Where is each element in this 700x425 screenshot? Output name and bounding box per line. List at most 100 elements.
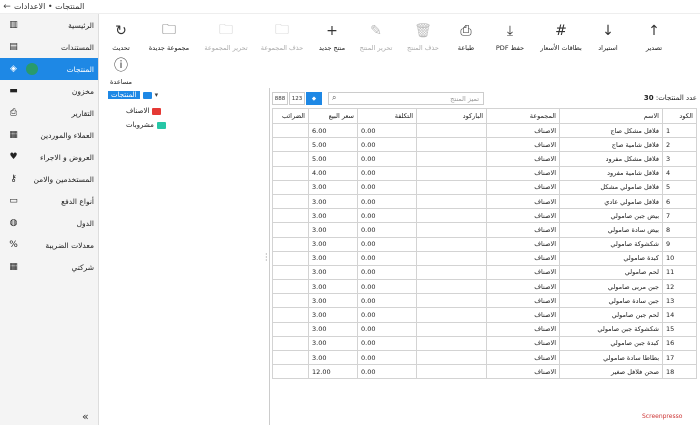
sidebar-item-countries[interactable]: الدول ◍ [0, 212, 98, 234]
sidebar-item-tax-rates[interactable]: معدلات الضريبة % [0, 234, 98, 256]
table-row[interactable]: 17 بطاطا سادة صامولي الاصناف 0.00 3.00 [272, 349, 697, 366]
table-cell: الاصناف [486, 335, 560, 352]
table-row[interactable]: 16 كبدة جبن صامولي الاصناف 0.00 3.00 [272, 335, 697, 352]
sidebar-item-products[interactable]: المنتجات ◈ [0, 58, 98, 80]
panel-splitter[interactable]: · · · [265, 88, 268, 425]
folder-icon [156, 121, 166, 129]
table-cell: 3.00 [308, 179, 358, 195]
table-cell: فلافل صامولي مشكل [559, 179, 663, 195]
table-row[interactable]: 12 جبن مربى صامولي الاصناف 0.00 3.00 [272, 279, 697, 295]
table-cell [272, 293, 309, 309]
new-group-button[interactable]: 🗀 مجموعة جديدة [143, 22, 195, 52]
sidebar-item-my-company[interactable]: شركتي ▦ [0, 256, 98, 278]
collapse-sidebar-icon[interactable]: « [82, 410, 89, 423]
table-cell [416, 179, 487, 195]
table-cell: 0.00 [357, 236, 417, 252]
column-header-barcode[interactable]: الباركود [416, 108, 487, 124]
table-row[interactable]: 13 جبن سادة صامولي الاصناف 0.00 3.00 [272, 293, 697, 309]
table-cell [416, 321, 487, 337]
sidebar-item-promotions[interactable]: العروض و الاجراء ♥ [0, 146, 98, 168]
table-row[interactable]: 2 فلافل شامية صاج الاصناف 0.00 5.00 [272, 137, 697, 153]
price-tags-button[interactable]: # بطاقات الأسعار [535, 22, 587, 52]
sidebar-item-label: الدول [76, 218, 94, 228]
column-header-group[interactable]: المجموعة [486, 108, 560, 124]
collapse-icon[interactable]: ▾ [155, 91, 159, 99]
arrow-left-icon[interactable]: ← [0, 2, 14, 12]
sidebar-item-home[interactable]: الرئيسية ▥ [0, 14, 98, 36]
column-header-taxes[interactable]: الضرائب [272, 108, 309, 124]
sidebar-item-inventory[interactable]: مخزون ▬ [0, 80, 98, 102]
sidebar-item-users-security[interactable]: المستخدمين والامن ⚷ [0, 168, 98, 190]
tree-item-categories[interactable]: الاصناف [126, 107, 162, 115]
table-row[interactable]: 3 فلافل مشكل مفرود الاصناف 0.00 5.00 [272, 151, 697, 167]
table-header-row: الكود الاسم المجموعة الباركود التكلفة سع… [272, 108, 697, 124]
refresh-button[interactable]: ↻ تحديث [95, 22, 147, 52]
table-cell: الاصناف [486, 151, 560, 167]
table-cell [272, 208, 309, 224]
sidebar-item-reports[interactable]: التقارير ⎙ [0, 102, 98, 124]
edit-product-button[interactable]: ✎ تحرير المنتج [350, 22, 402, 52]
column-header-price[interactable]: سعر البيع [308, 108, 358, 124]
table-row[interactable]: 7 بيض جبن صامولي الاصناف 0.00 3.00 [272, 208, 697, 224]
search-icon[interactable]: ⌕ [332, 93, 336, 103]
table-cell: الاصناف [486, 236, 560, 252]
hash-icon: # [555, 23, 567, 39]
edit-group-button[interactable]: 🗀 تحرير المجموعة [200, 22, 252, 52]
import-button[interactable]: ↓ استيراد [582, 22, 634, 52]
column-header-cost[interactable]: التكلفة [357, 108, 417, 124]
sidebar-item-payment-types[interactable]: أنواع الدفع ▭ [0, 190, 98, 212]
table-row[interactable]: 1 فلافل مشكل صاج الاصناف 0.00 6.00 [272, 122, 697, 139]
product-count: عدد المنتجات: 30 [644, 94, 697, 102]
tree-item-root[interactable]: ▾ المنتجات [108, 91, 158, 99]
sidebar-item-label: المستخدمين والامن [33, 174, 94, 184]
sidebar-item-label: المستندات [60, 42, 94, 52]
refresh-label: تحديث [112, 44, 130, 52]
table-cell: 0.00 [357, 264, 417, 281]
search-input[interactable]: تميز المنتج ⌕ [328, 92, 484, 105]
new-group-label: مجموعة جديدة [148, 44, 190, 52]
table-cell: 3.00 [308, 279, 358, 295]
delete-group-button[interactable]: 🗀 حذف المجموعة [256, 22, 308, 52]
sidebar-item-label: المنتجات [66, 64, 94, 74]
table-cell: 18 [662, 364, 697, 380]
sidebar: الرئيسية ▥ المستندات ▤ المنتجات ◈ مخزون … [0, 14, 99, 425]
table-row[interactable]: 8 بيض سادة صامولي الاصناف 0.00 3.00 [272, 222, 697, 238]
table-row[interactable]: 14 لحم جبن صامولي الاصناف 0.00 3.00 [272, 307, 697, 323]
export-button[interactable]: ↑ تصدير [628, 22, 680, 52]
table-cell [272, 349, 309, 366]
table-row[interactable]: 11 لحم صامولي الاصناف 0.00 3.00 [272, 264, 697, 281]
table-cell: فلافل مشكل صاج [559, 122, 663, 139]
table-cell [272, 250, 309, 266]
table-cell [272, 236, 309, 252]
window-title: المنتجات • الاعدادات [14, 2, 85, 11]
table-row[interactable]: 5 فلافل صامولي مشكل الاصناف 0.00 3.00 [272, 179, 697, 195]
column-header-name[interactable]: الاسم [559, 108, 663, 124]
tree-item-drinks[interactable]: مشروبات [126, 121, 166, 129]
help-button[interactable]: ⓘ مساعدة [95, 56, 147, 86]
table-row[interactable]: 9 شكشوكة صامولي الاصناف 0.00 3.00 [272, 236, 697, 252]
products-panel: 888 123 ◆ تميز المنتج ⌕ عدد المنتجات: 30 [269, 88, 700, 425]
table-row[interactable]: 15 شكشوكة جبن صامولي الاصناف 0.00 3.00 [272, 321, 697, 337]
table-cell: الاصناف [486, 193, 560, 210]
splitter-grip-icon: · · · [265, 250, 268, 265]
view-tag-button[interactable]: ◆ [306, 92, 322, 105]
view-grid-button[interactable]: 888 [272, 92, 288, 105]
pdf-icon: ⤓ [506, 23, 514, 39]
table-row[interactable]: 10 كبدة صامولي الاصناف 0.00 3.00 [272, 250, 697, 266]
table-row[interactable]: 18 صحن فلافل صغير الاصناف 0.00 12.00 [272, 364, 697, 380]
table-row[interactable]: 6 فلافل صامولي عادي الاصناف 0.00 3.00 [272, 193, 697, 210]
sidebar-item-label: العملاء والموردين [40, 130, 94, 140]
view-list-button[interactable]: 123 [289, 92, 305, 105]
pencil-icon: ✎ [370, 23, 382, 39]
globe-icon: ◍ [9, 218, 18, 228]
column-header-code[interactable]: الكود [662, 108, 697, 124]
table-cell: 2 [662, 137, 697, 153]
sidebar-item-documents[interactable]: المستندات ▤ [0, 36, 98, 58]
table-cell: الاصناف [486, 349, 560, 366]
table-cell [272, 179, 309, 195]
save-pdf-button[interactable]: ⤓ حفظ PDF [484, 22, 536, 52]
table-cell: الاصناف [486, 264, 560, 281]
edit-group-label: تحرير المجموعة [204, 44, 248, 52]
table-row[interactable]: 4 فلافل شامية مفرود الاصناف 0.00 4.00 [272, 165, 697, 181]
sidebar-item-customers-suppliers[interactable]: العملاء والموردين ▦ [0, 124, 98, 146]
